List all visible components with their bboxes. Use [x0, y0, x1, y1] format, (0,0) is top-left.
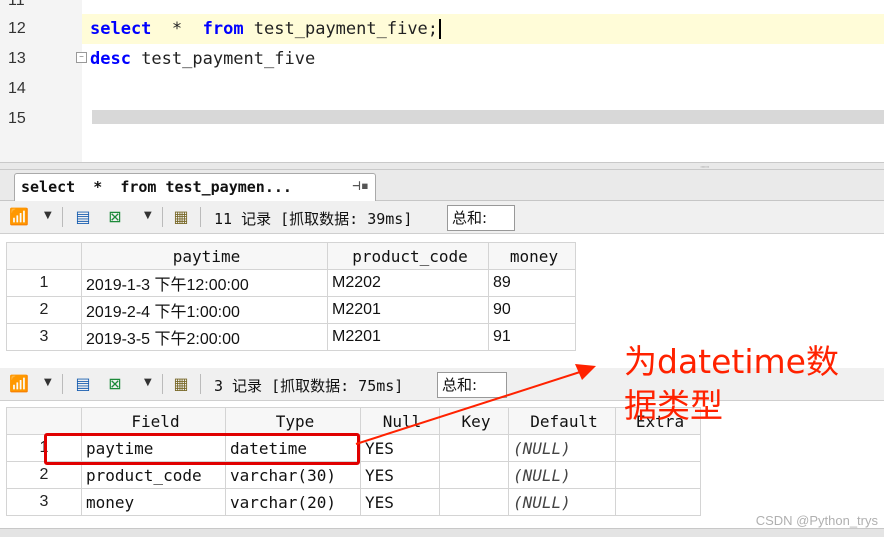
watermark: CSDN @Python_trys	[755, 513, 878, 528]
annotation-line: 据类型	[624, 386, 723, 425]
annotation-arrow	[355, 364, 596, 445]
annotation-text: 为datetime数 据类型	[624, 340, 874, 428]
annotation-line: 为datetime数	[624, 342, 839, 381]
